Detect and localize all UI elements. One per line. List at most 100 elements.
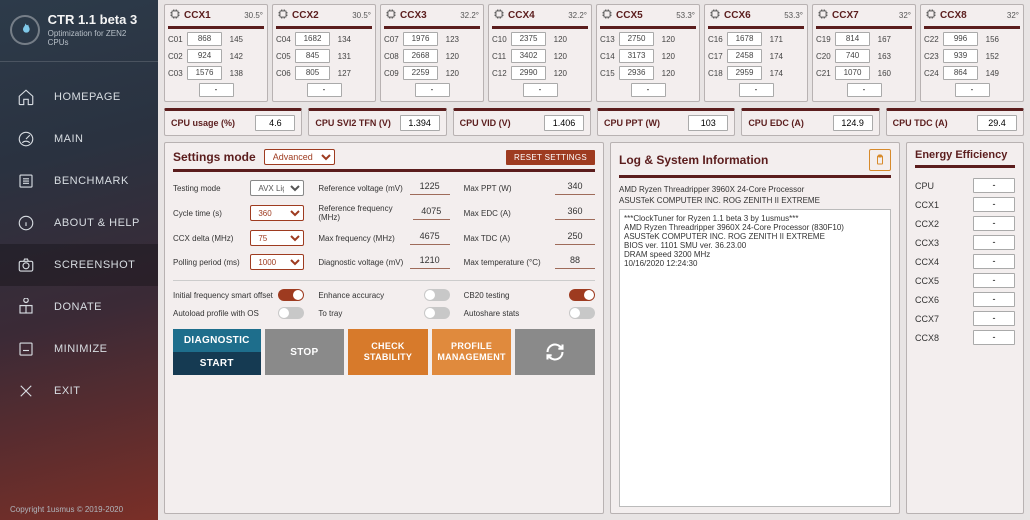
core-score: 120 xyxy=(441,69,459,78)
nav-donate[interactable]: DONATE xyxy=(0,286,158,328)
switch-cb20[interactable] xyxy=(569,289,595,301)
nav-minimize[interactable]: MINIMIZE xyxy=(0,328,158,370)
stat-cell: CPU TDC (A)29.4 xyxy=(886,108,1024,136)
core-freq[interactable]: 740 xyxy=(835,49,870,63)
core-row: C172458174 xyxy=(708,49,804,63)
select-cycle_time[interactable]: 360 xyxy=(250,205,304,221)
diag-start-button[interactable]: DIAGNOSTIC START xyxy=(173,329,261,375)
core-freq[interactable]: 2259 xyxy=(403,66,438,80)
label-testing_mode: Testing mode xyxy=(173,184,221,193)
core-row: C071976123 xyxy=(384,32,480,46)
ccx-panel-3: CCX332.2°C071976123C082668120C092259120- xyxy=(380,4,484,102)
core-freq[interactable]: 3402 xyxy=(511,49,546,63)
value-max_ppt[interactable]: 340 xyxy=(555,181,595,195)
diagnostic-button[interactable]: DIAGNOSTIC xyxy=(173,329,261,352)
stat-value: 29.4 xyxy=(977,115,1017,131)
switch-smart_offset[interactable] xyxy=(278,289,304,301)
profile-management-button[interactable]: PROFILE MANAGEMENT xyxy=(432,329,512,375)
core-row: C20740163 xyxy=(816,49,912,63)
stop-button[interactable]: STOP xyxy=(265,329,345,375)
nav-main[interactable]: MAIN xyxy=(0,118,158,160)
core-row: C031576138 xyxy=(168,66,264,80)
core-freq[interactable]: 1070 xyxy=(835,66,870,80)
energy-value: - xyxy=(973,197,1015,212)
core-freq[interactable]: 845 xyxy=(295,49,330,63)
core-freq[interactable]: 1682 xyxy=(295,32,330,46)
core-freq[interactable]: 1576 xyxy=(187,66,222,80)
stat-cell: CPU usage (%)4.6 xyxy=(164,108,302,136)
value-max_edc[interactable]: 360 xyxy=(555,206,595,220)
refresh-button[interactable] xyxy=(515,329,595,375)
core-freq[interactable]: 1976 xyxy=(403,32,438,46)
core-freq[interactable]: 2750 xyxy=(619,32,654,46)
core-freq[interactable]: 2668 xyxy=(403,49,438,63)
ccx-extra: - xyxy=(384,83,480,97)
core-freq[interactable]: 864 xyxy=(943,66,978,80)
ccx-row: CCX130.5°C01868145C02924142C031576138-CC… xyxy=(164,4,1024,102)
clipboard-icon[interactable] xyxy=(869,149,891,171)
select-polling_period[interactable]: 1000 xyxy=(250,254,304,270)
core-score: 145 xyxy=(225,35,243,44)
value-max_tdc[interactable]: 250 xyxy=(555,231,595,245)
core-freq[interactable]: 924 xyxy=(187,49,222,63)
core-freq[interactable]: 996 xyxy=(943,32,978,46)
energy-label: CCX1 xyxy=(915,200,939,210)
core-freq[interactable]: 2936 xyxy=(619,66,654,80)
log-body[interactable]: ***ClockTuner for Ryzen 1.1 beta 3 by 1u… xyxy=(619,209,891,507)
core-score: 120 xyxy=(549,52,567,61)
setting-max_ppt: Max PPT (W) 340 xyxy=(464,180,595,196)
switch-autoshare[interactable] xyxy=(569,307,595,319)
core-freq[interactable]: 2375 xyxy=(511,32,546,46)
core-score: 131 xyxy=(333,52,351,61)
core-score: 120 xyxy=(441,52,459,61)
core-freq[interactable]: 2458 xyxy=(727,49,762,63)
toggle-autoshare: Autoshare stats xyxy=(464,307,595,319)
core-id: C24 xyxy=(924,69,940,78)
switch-autoload[interactable] xyxy=(278,307,304,319)
ccx-name: CCX1 xyxy=(184,10,211,21)
core-freq[interactable]: 3173 xyxy=(619,49,654,63)
core-freq[interactable]: 2959 xyxy=(727,66,762,80)
check-stability-button[interactable]: CHECK STABILITY xyxy=(348,329,428,375)
core-freq[interactable]: 2990 xyxy=(511,66,546,80)
select-ccx_delta[interactable]: 75 xyxy=(250,230,304,246)
select-testing_mode[interactable]: AVX Light xyxy=(250,180,304,196)
value-ref_freq[interactable]: 4075 xyxy=(413,206,450,220)
stat-value: 124.9 xyxy=(833,115,873,131)
switch-to_tray[interactable] xyxy=(424,307,450,319)
value-max_freq[interactable]: 4675 xyxy=(410,231,450,245)
setting-max_tdc: Max TDC (A)250 xyxy=(464,230,595,246)
value-ref_voltage[interactable]: 1225 xyxy=(410,181,450,195)
core-freq[interactable]: 805 xyxy=(295,66,330,80)
info-icon xyxy=(16,214,36,232)
value-diag_voltage[interactable]: 1210 xyxy=(410,255,450,269)
label-max_ppt: Max PPT (W) xyxy=(464,184,512,193)
nav-benchmark[interactable]: BENCHMARK xyxy=(0,160,158,202)
nav-home[interactable]: HOMEPAGE xyxy=(0,76,158,118)
reset-settings-button[interactable]: RESET SETTINGS xyxy=(506,150,595,165)
value-max_temp[interactable]: 88 xyxy=(555,255,595,269)
core-score: 120 xyxy=(549,35,567,44)
start-button[interactable]: START xyxy=(173,352,261,375)
energy-value: - xyxy=(973,330,1015,345)
nav-label: ABOUT & HELP xyxy=(54,217,140,229)
energy-row: CCX5- xyxy=(915,273,1015,288)
core-row: C082668120 xyxy=(384,49,480,63)
energy-row: CCX2- xyxy=(915,216,1015,231)
core-id: C11 xyxy=(492,52,508,61)
stat-value: 1.406 xyxy=(544,115,584,131)
energy-value: - xyxy=(973,311,1015,326)
core-freq[interactable]: 868 xyxy=(187,32,222,46)
nav-screenshot[interactable]: SCREENSHOT xyxy=(0,244,158,286)
switch-enhance[interactable] xyxy=(424,289,450,301)
core-id: C06 xyxy=(276,69,292,78)
settings-mode-select[interactable]: Advanced xyxy=(264,149,335,165)
nav-exit[interactable]: EXIT xyxy=(0,370,158,412)
core-freq[interactable]: 1678 xyxy=(727,32,762,46)
energy-value: - xyxy=(973,292,1015,307)
toggles: Initial frequency smart offsetEnhance ac… xyxy=(173,280,595,319)
core-freq[interactable]: 939 xyxy=(943,49,978,63)
core-freq[interactable]: 814 xyxy=(835,32,870,46)
nav-about[interactable]: ABOUT & HELP xyxy=(0,202,158,244)
setting-ccx_delta: CCX delta (MHz)75 xyxy=(173,230,304,246)
